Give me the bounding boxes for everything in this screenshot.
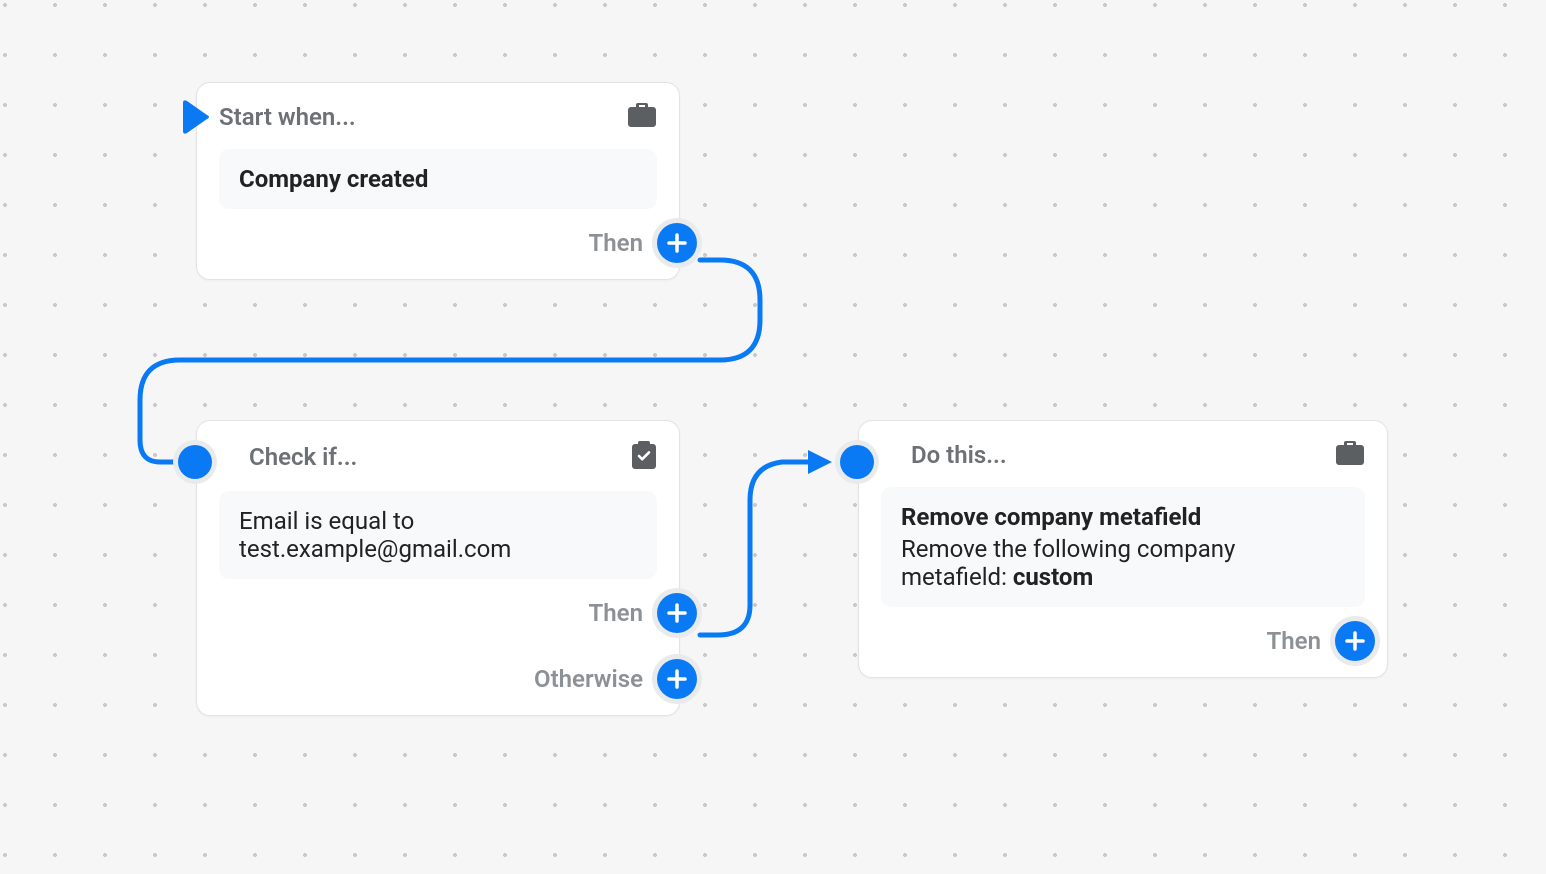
trigger-body: Company created <box>219 149 657 209</box>
trigger-card[interactable]: Start when... Company created Then <box>196 82 680 280</box>
action-description-bold: custom <box>1013 563 1093 591</box>
condition-body: Email is equal to test.example@gmail.com <box>219 491 657 579</box>
trigger-header-label: Start when... <box>219 103 356 131</box>
condition-in-node <box>178 445 212 479</box>
action-title-label: Remove company metafield <box>901 503 1345 531</box>
condition-otherwise-row: Otherwise <box>219 659 657 699</box>
briefcase-icon <box>627 101 657 133</box>
add-step-button[interactable] <box>657 593 697 633</box>
condition-card-header: Check if... <box>219 439 657 475</box>
then-label: Then <box>589 229 643 257</box>
briefcase-icon <box>1335 439 1365 471</box>
condition-card[interactable]: Check if... Email is equal to test.examp… <box>196 420 680 716</box>
start-pointer-icon <box>179 99 211 139</box>
condition-rule-label: Email is equal to test.example@gmail.com <box>239 507 637 563</box>
add-step-button[interactable] <box>1335 621 1375 661</box>
action-then-row: Then <box>881 621 1365 661</box>
trigger-then-row: Then <box>219 223 657 263</box>
action-description: Remove the following company metafield: … <box>901 535 1345 591</box>
clipboard-check-icon <box>631 439 657 475</box>
action-card-header: Do this... <box>881 439 1365 471</box>
otherwise-label: Otherwise <box>534 665 643 693</box>
condition-then-row: Then <box>219 593 657 633</box>
action-body: Remove company metafield Remove the foll… <box>881 487 1365 607</box>
then-label: Then <box>1267 627 1321 655</box>
trigger-event-label: Company created <box>239 165 637 193</box>
action-card[interactable]: Do this... Remove company metafield Remo… <box>858 420 1388 678</box>
trigger-card-header: Start when... <box>219 101 657 133</box>
add-step-button[interactable] <box>657 223 697 263</box>
action-in-node <box>840 445 874 479</box>
condition-header-label: Check if... <box>249 443 357 471</box>
add-step-button[interactable] <box>657 659 697 699</box>
action-header-label: Do this... <box>911 441 1007 469</box>
then-label: Then <box>589 599 643 627</box>
